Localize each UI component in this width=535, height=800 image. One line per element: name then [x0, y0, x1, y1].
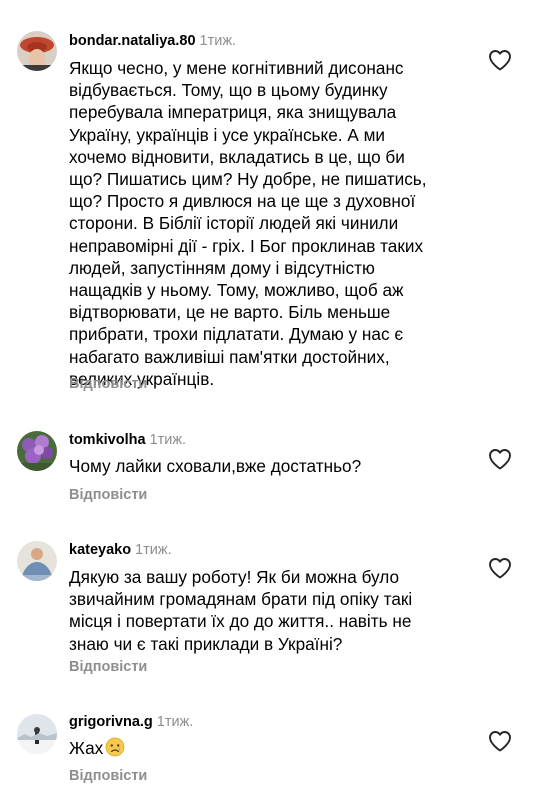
heart-outline-icon	[489, 50, 511, 71]
avatar[interactable]	[17, 541, 57, 581]
crying-face-icon	[105, 737, 125, 757]
comment-text: Чому лайки сховали,вже достатньо?	[69, 456, 362, 476]
like-button[interactable]	[488, 730, 512, 752]
like-button[interactable]	[488, 557, 512, 579]
avatar[interactable]	[17, 431, 57, 471]
timestamp: 1тиж.	[149, 432, 187, 448]
comment-meta: tomkivolha 1тиж.	[69, 432, 186, 448]
comment-meta: grigorivna.g 1тиж.	[69, 714, 193, 730]
like-button[interactable]	[488, 448, 512, 470]
username[interactable]: bondar.nataliya.80	[69, 33, 196, 49]
username[interactable]: tomkivolha	[69, 432, 146, 448]
heart-outline-icon	[489, 558, 511, 579]
timestamp: 1тиж.	[156, 714, 194, 730]
timestamp: 1тиж.	[135, 542, 172, 558]
username[interactable]: kateyako	[69, 542, 131, 558]
comment-text: Дякую за вашу роботу! Як би можна було з…	[69, 567, 413, 654]
comment-text: Жах	[69, 737, 469, 759]
comment-meta: kateyako 1тиж.	[69, 542, 172, 558]
comment-meta: bondar.nataliya.80 1тиж.	[69, 33, 236, 49]
reply-button[interactable]: Відповісти	[69, 487, 147, 503]
reply-button[interactable]: Відповісти	[69, 768, 147, 784]
like-button[interactable]	[488, 49, 512, 71]
avatar[interactable]	[17, 714, 57, 754]
comment-text: Якщо чесно, у мене когнітивний дисонанс …	[69, 58, 427, 389]
username[interactable]: grigorivna.g	[69, 714, 153, 730]
timestamp: 1тиж.	[199, 33, 237, 49]
avatar[interactable]	[17, 31, 57, 71]
heart-outline-icon	[489, 731, 511, 752]
reply-button[interactable]: Відповісти	[69, 376, 147, 392]
comment-text-value: Жах	[69, 738, 104, 758]
heart-outline-icon	[489, 449, 511, 470]
reply-button[interactable]: Відповісти	[69, 659, 147, 675]
